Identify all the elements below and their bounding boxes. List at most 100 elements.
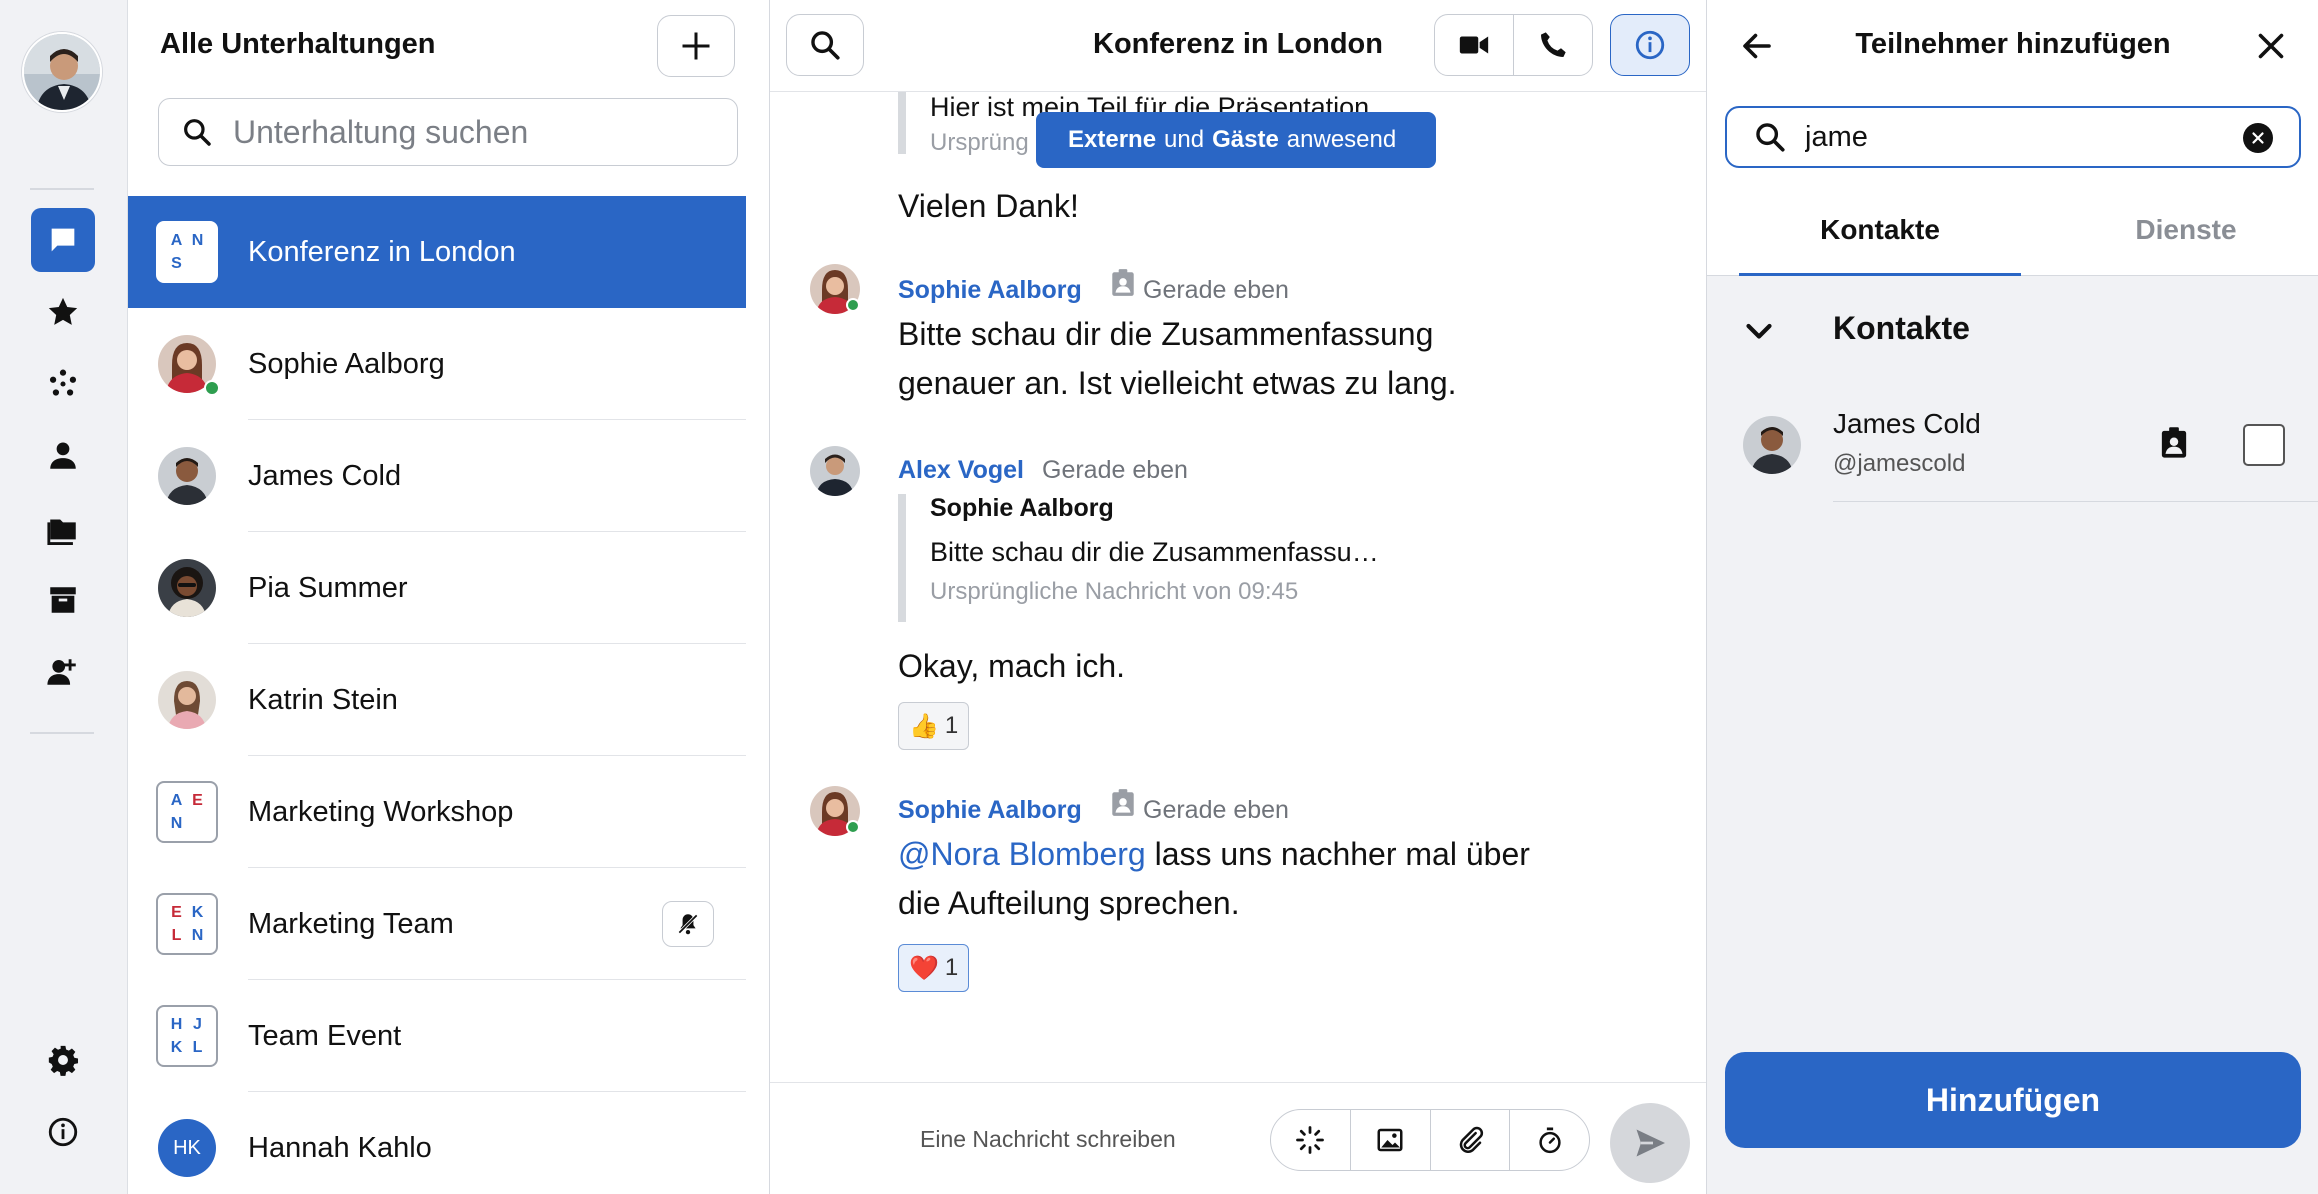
group-avatar: A N S (156, 221, 218, 283)
image-button[interactable] (1351, 1110, 1431, 1170)
conversation-name: Konferenz in London (248, 235, 516, 268)
conversation-search-input[interactable] (233, 113, 713, 151)
timer-button[interactable] (1510, 1110, 1589, 1170)
conversation-search[interactable] (158, 98, 738, 166)
info-icon (1635, 30, 1665, 60)
contact-handle: @jamescold (1833, 450, 1966, 477)
avatar (158, 671, 216, 729)
panel-title: Teilnehmer hinzufügen (1855, 28, 2171, 60)
conversation-item-marketing-team[interactable]: E K L N Marketing Team (128, 868, 746, 980)
sender-name[interactable]: Alex Vogel (898, 456, 1024, 485)
panel-tabs: Kontakte Dienste (1707, 184, 2318, 276)
conversation-item-sophie[interactable]: Sophie Aalborg (128, 308, 746, 420)
files-button[interactable] (31, 496, 95, 560)
chats-icon (51, 228, 75, 252)
channels-button[interactable] (31, 352, 95, 416)
archive-button[interactable] (31, 568, 95, 632)
star-icon (48, 297, 78, 325)
panel-header: Teilnehmer hinzufügen (1707, 0, 2318, 92)
list-title: Alle Unterhaltungen (160, 28, 436, 60)
settings-button[interactable] (31, 1028, 95, 1092)
message-time: Gerade eben (1143, 276, 1289, 304)
info-icon (48, 1117, 78, 1147)
group-avatar: A E N (156, 781, 218, 843)
message-text: @Nora Blomberg lass uns nachher mal über… (898, 836, 1530, 921)
attach-button[interactable] (1431, 1110, 1511, 1170)
sender-name[interactable]: Sophie Aalborg (898, 276, 1082, 305)
chats-button[interactable] (31, 208, 95, 272)
initials-avatar: HK (158, 1119, 216, 1177)
select-contact-checkbox[interactable] (2243, 424, 2285, 466)
participant-search[interactable] (1725, 106, 2301, 168)
rail-divider (30, 732, 94, 734)
guests-present-banner: Externe und Gäste anwesend (1036, 112, 1437, 168)
tab-contacts[interactable]: Kontakte (1707, 214, 2053, 246)
send-icon (1636, 1129, 1665, 1157)
contact-row-james[interactable]: James Cold @jamescold (1707, 386, 2318, 502)
tab-services[interactable]: Dienste (2053, 214, 2318, 246)
conversation-item-team-event[interactable]: H J K L Team Event (128, 980, 746, 1092)
contacts-section-header[interactable]: Kontakte (1707, 278, 2318, 386)
video-call-button[interactable] (1434, 14, 1514, 76)
conversation-item-hannah[interactable]: HK Hannah Kahlo (128, 1092, 746, 1194)
message-text: Bitte schau dir die Zusammenfassung gena… (898, 316, 1457, 401)
close-icon[interactable] (2253, 28, 2289, 64)
rail-divider (30, 188, 94, 190)
video-camera-icon (1459, 36, 1489, 54)
avatar (158, 559, 216, 617)
user-avatar[interactable] (22, 32, 102, 112)
quoted-message[interactable]: Sophie Aalborg Bitte schau dir die Zusam… (898, 494, 1379, 622)
chat-info-button[interactable] (1610, 14, 1690, 76)
reaction-thumbs-up[interactable]: 👍 1 (898, 702, 970, 750)
conversation-item-marketing-workshop[interactable]: A E N Marketing Workshop (128, 756, 746, 868)
archive-icon (50, 587, 76, 613)
muted-badge (662, 901, 714, 947)
conversation-item-pia[interactable]: Pia Summer (128, 532, 746, 644)
clear-icon (2252, 132, 2264, 144)
group-avatar: H J K L (156, 1005, 218, 1067)
avatar (158, 447, 216, 505)
composer-tools (1270, 1109, 1590, 1171)
invite-user-button[interactable] (31, 640, 95, 704)
online-indicator (846, 820, 860, 834)
participant-search-input[interactable] (1805, 120, 2225, 154)
plus-icon (682, 32, 710, 60)
message-time: Gerade eben (1042, 456, 1188, 484)
info-button[interactable] (31, 1100, 95, 1164)
add-participants-button[interactable]: Hinzufügen (1725, 1052, 2301, 1148)
conversation-item-james[interactable]: James Cold (128, 420, 746, 532)
bell-muted-icon (678, 914, 698, 935)
clear-search-button[interactable] (2243, 123, 2273, 153)
group-avatar: E K L N (156, 893, 218, 955)
conversation-name: Sophie Aalborg (248, 347, 445, 380)
favorites-button[interactable] (31, 280, 95, 344)
send-button[interactable] (1610, 1103, 1690, 1183)
search-icon (1756, 123, 1785, 152)
audio-call-button[interactable] (1513, 14, 1593, 76)
chat-area: Konferenz in London Externe und Gäste anwes… (770, 0, 1706, 1194)
online-indicator (204, 380, 220, 396)
conversation-name: Pia Summer (248, 571, 408, 604)
sparkle-icon (1296, 1126, 1325, 1154)
phone-icon (1541, 32, 1566, 57)
conversation-name: Hannah Kahlo (248, 1131, 432, 1164)
avatar (1743, 416, 1801, 474)
search-icon (184, 119, 211, 146)
conversation-item-katrin[interactable]: Katrin Stein (128, 644, 746, 756)
mention-link[interactable]: @Nora Blomberg (898, 836, 1146, 872)
message-input[interactable] (920, 1115, 1220, 1163)
add-participants-panel: Teilnehmer hinzufügen Kontakte Dienste K… (1706, 0, 2318, 1194)
conversation-item-konferenz[interactable]: A N S Konferenz in London (128, 196, 746, 308)
sender-name[interactable]: Sophie Aalborg (898, 796, 1082, 825)
reaction-heart[interactable]: ❤️ 1 (898, 944, 970, 992)
conversation-name: Marketing Team (248, 907, 454, 940)
conversation-list: Alle Unterhaltungen A N S Konferenz in L… (128, 0, 770, 1194)
person-icon (50, 442, 76, 469)
external-badge-icon (1112, 269, 1134, 296)
chevron-down-icon (1746, 323, 1772, 339)
ai-tools-button[interactable] (1271, 1110, 1351, 1170)
section-title: Kontakte (1833, 310, 1970, 346)
conversation-name: Katrin Stein (248, 683, 398, 716)
new-conversation-button[interactable] (657, 15, 735, 77)
contacts-button[interactable] (31, 424, 95, 488)
